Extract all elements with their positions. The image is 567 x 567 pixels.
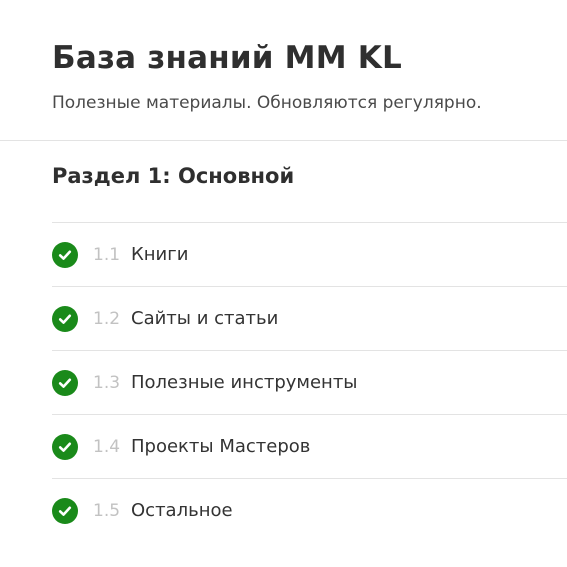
lesson-number: 1.2 [93,308,121,329]
check-circle-icon [52,369,78,396]
page-subtitle: Полезные материалы. Обновляются регулярн… [52,93,482,113]
lesson-item-1-5[interactable]: 1.5 Остальное [52,478,567,542]
section-title: Раздел 1: Основной [52,164,295,188]
page-header: База знаний ММ KL Полезные материалы. Об… [0,0,567,141]
check-circle-icon [52,497,78,524]
lesson-list: 1.1 Книги 1.2 Сайты и статьи 1.3 Полезны… [52,222,567,542]
lesson-number: 1.3 [93,372,121,393]
lesson-item-1-1[interactable]: 1.1 Книги [52,222,567,286]
lesson-label: Остальное [131,500,233,521]
lesson-item-1-4[interactable]: 1.4 Проекты Мастеров [52,414,567,478]
check-circle-icon [52,241,78,268]
check-circle-icon [52,305,78,332]
lesson-label: Полезные инструменты [131,372,358,393]
check-circle-icon [52,433,78,460]
lesson-item-1-3[interactable]: 1.3 Полезные инструменты [52,350,567,414]
lesson-item-1-2[interactable]: 1.2 Сайты и статьи [52,286,567,350]
lesson-number: 1.5 [93,500,121,521]
lesson-label: Сайты и статьи [131,308,279,329]
lesson-number: 1.4 [93,436,121,457]
lesson-number: 1.1 [93,244,121,265]
lesson-label: Книги [131,244,189,265]
page-title: База знаний ММ KL [52,40,402,76]
lesson-label: Проекты Мастеров [131,436,311,457]
